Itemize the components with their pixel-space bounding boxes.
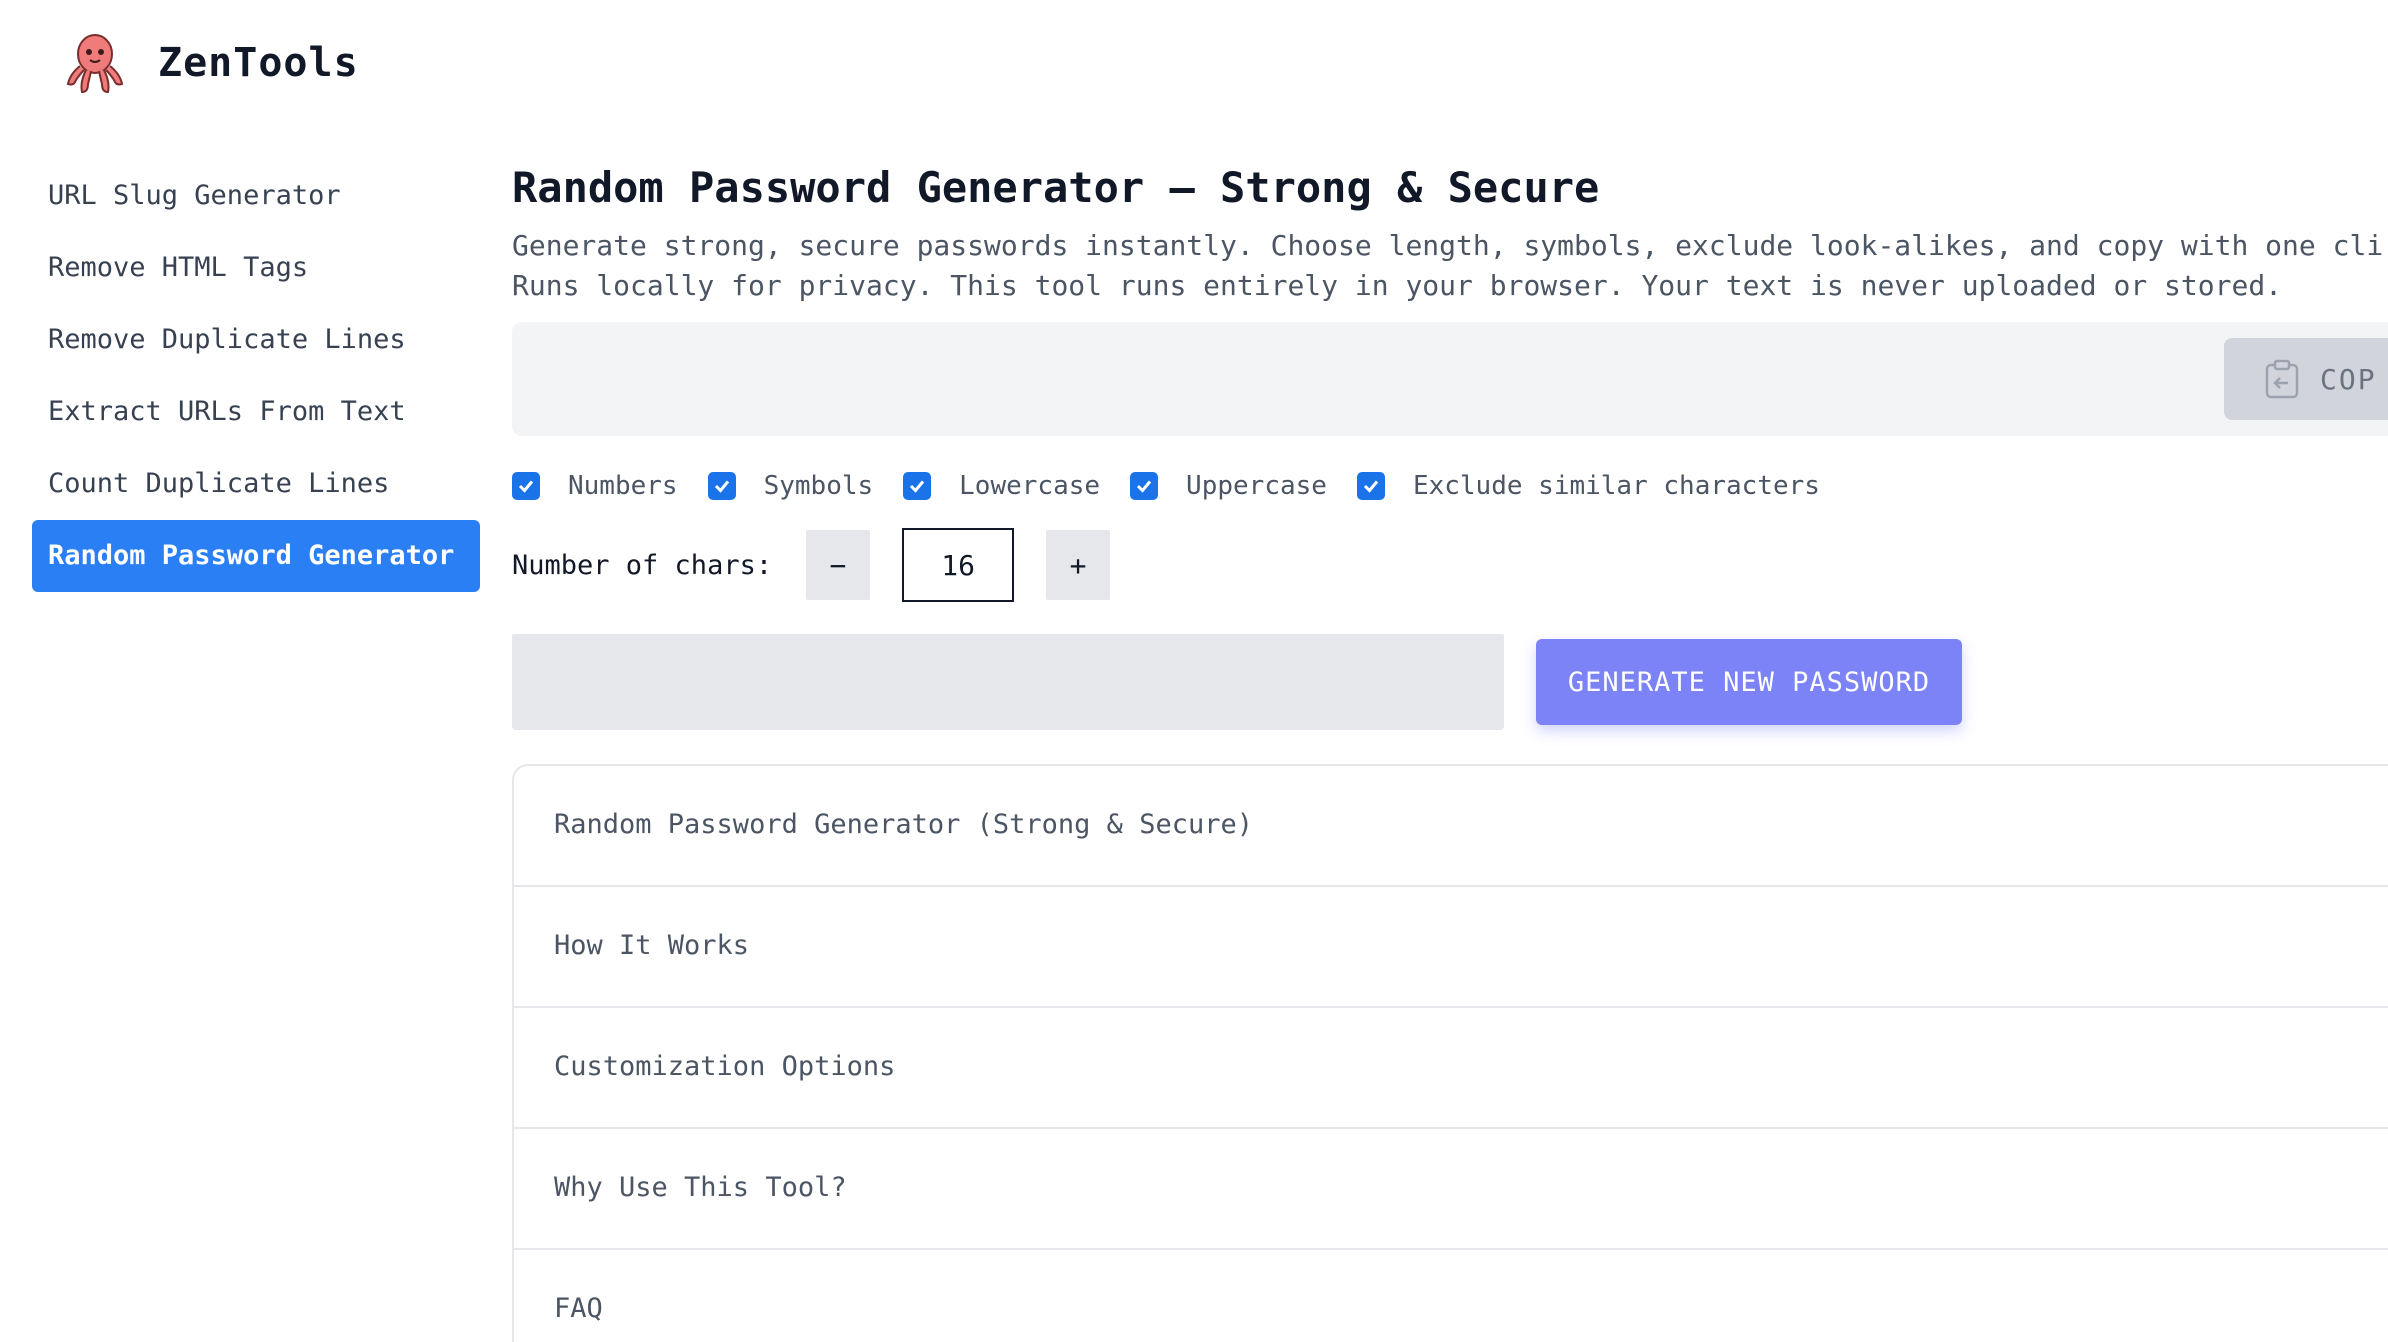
sidebar-item-count-duplicate-lines[interactable]: Count Duplicate Lines (32, 448, 480, 520)
generate-row: GENERATE NEW PASSWORD (512, 634, 2388, 730)
check-icon (518, 480, 534, 493)
check-icon (1363, 480, 1379, 493)
password-options: Numbers Symbols Lowercase Uppercase Excl… (512, 466, 2388, 506)
option-symbols[interactable]: Symbols (707, 471, 874, 501)
copy-button[interactable]: COP (2224, 338, 2388, 420)
option-uppercase[interactable]: Uppercase (1130, 471, 1327, 501)
sidebar-item-remove-duplicate-lines[interactable]: Remove Duplicate Lines (32, 304, 480, 376)
page-title: Random Password Generator – Strong & Sec… (512, 163, 1600, 212)
generate-password-button[interactable]: GENERATE NEW PASSWORD (1536, 639, 1962, 725)
option-label: Lowercase (959, 471, 1101, 501)
length-label: Number of chars: (512, 549, 773, 581)
check-icon (910, 480, 925, 493)
option-exclude-similar[interactable]: Exclude similar characters (1356, 471, 1820, 501)
sidebar-item-url-slug-generator[interactable]: URL Slug Generator (32, 160, 480, 232)
accordion-item-how-it-works[interactable]: How It Works (514, 887, 2388, 1008)
symbols-checkbox[interactable] (707, 472, 736, 500)
brand-logo[interactable]: ZenTools (60, 28, 359, 98)
lowercase-checkbox[interactable] (903, 472, 932, 500)
increment-button[interactable]: + (1046, 530, 1111, 600)
exclude-similar-checkbox[interactable] (1356, 472, 1385, 500)
password-output[interactable]: COP (512, 322, 2388, 436)
description-line-1: Generate strong, secure passwords instan… (512, 229, 2384, 262)
numbers-checkbox[interactable] (512, 472, 540, 500)
password-field[interactable] (512, 634, 1504, 730)
clipboard-icon (2265, 359, 2299, 399)
sidebar: URL Slug Generator Remove HTML Tags Remo… (32, 160, 480, 592)
accordion-item-customization[interactable]: Customization Options (514, 1008, 2388, 1129)
page: ZenTools URL Slug Generator Remove HTML … (0, 0, 2388, 1342)
check-icon (1136, 480, 1152, 493)
info-accordion: Random Password Generator (Strong & Secu… (512, 764, 2388, 1342)
sidebar-item-remove-html-tags[interactable]: Remove HTML Tags (32, 232, 480, 304)
description-line-2: Runs locally for privacy. This tool runs… (512, 269, 2283, 302)
accordion-item-overview[interactable]: Random Password Generator (Strong & Secu… (514, 766, 2388, 887)
length-input[interactable]: 16 (902, 528, 1015, 602)
accordion-item-faq[interactable]: FAQ (514, 1250, 2388, 1342)
decrement-button[interactable]: − (806, 530, 871, 600)
sidebar-item-random-password-generator[interactable]: Random Password Generator (32, 520, 480, 592)
copy-button-label: COP (2320, 362, 2377, 396)
option-label: Numbers (568, 471, 678, 501)
page-description: Generate strong, secure passwords instan… (512, 226, 2388, 306)
uppercase-checkbox[interactable] (1130, 472, 1159, 500)
octopus-icon (66, 34, 124, 94)
option-numbers[interactable]: Numbers (512, 471, 678, 501)
main-content: Random Password Generator – Strong & Sec… (512, 160, 2388, 1342)
option-lowercase[interactable]: Lowercase (903, 471, 1100, 501)
check-icon (714, 480, 729, 493)
sidebar-item-extract-urls[interactable]: Extract URLs From Text (32, 376, 480, 448)
option-label: Symbols (763, 471, 874, 501)
length-control: Number of chars: − 16 + (512, 528, 2388, 602)
option-label: Exclude similar characters (1412, 471, 1820, 501)
accordion-item-why-use[interactable]: Why Use This Tool? (514, 1129, 2388, 1250)
option-label: Uppercase (1186, 471, 1327, 501)
brand-name: ZenTools (158, 40, 359, 86)
